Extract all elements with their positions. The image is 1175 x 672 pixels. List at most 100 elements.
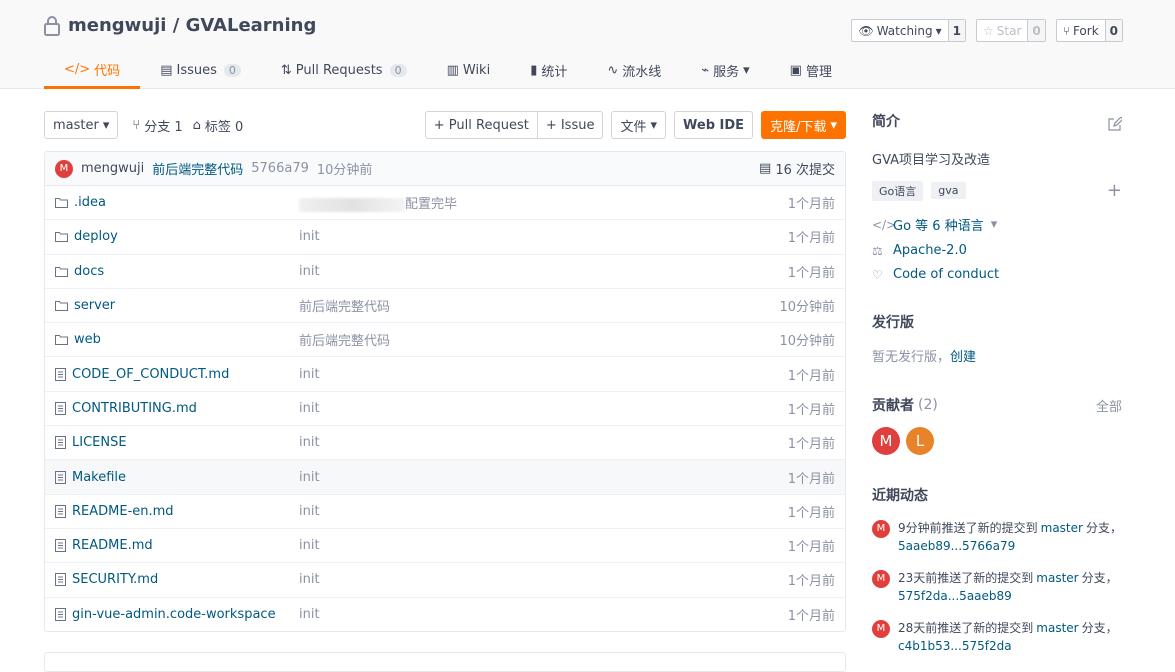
fork-button[interactable]: ⑂ Fork 0 bbox=[1055, 19, 1123, 42]
avatar[interactable]: M bbox=[872, 570, 890, 588]
table-row[interactable]: LICENSE init 1个月前 bbox=[45, 426, 845, 461]
table-row[interactable]: .idea 配置完毕 1个月前 bbox=[45, 186, 845, 221]
file-commit-link[interactable]: 前后端完整代码 bbox=[299, 334, 390, 349]
activity-compare-link[interactable]: c4b1b53...575f2da bbox=[898, 639, 1012, 653]
file-commit-link[interactable]: 前后端完整代码 bbox=[299, 300, 390, 315]
file-commit-link[interactable]: init bbox=[299, 401, 320, 416]
file-commit-link[interactable]: init bbox=[299, 367, 320, 382]
file-commit-link[interactable]: init bbox=[299, 607, 320, 622]
table-row[interactable]: docs init 1个月前 bbox=[45, 255, 845, 289]
watch-count[interactable]: 1 bbox=[948, 20, 965, 41]
folder-icon bbox=[55, 198, 68, 209]
file-name-link[interactable]: web bbox=[55, 332, 299, 347]
repo-name-link[interactable]: GVALearning bbox=[186, 15, 317, 36]
file-commit-link[interactable]: init bbox=[299, 504, 320, 519]
new-issue-button[interactable]: + Issue bbox=[537, 111, 604, 139]
tab-pull-requests[interactable]: ⇅ Pull Requests 0 bbox=[261, 52, 427, 89]
table-row[interactable]: README.md init 1个月前 bbox=[45, 529, 845, 564]
activity-text: 23天前推送了新的提交到 master 分支， 575f2da...5aaeb89 bbox=[898, 569, 1118, 605]
file-name-link[interactable]: Makefile bbox=[55, 470, 299, 485]
table-row[interactable]: Makefile init 1个月前 bbox=[45, 460, 845, 495]
license-label: Apache-2.0 bbox=[893, 243, 967, 258]
file-name-link[interactable]: gin-vue-admin.code-workspace bbox=[55, 607, 299, 622]
star-count[interactable]: 0 bbox=[1028, 20, 1045, 41]
edit-icon[interactable] bbox=[1108, 116, 1124, 135]
file-name: Makefile bbox=[72, 469, 127, 485]
caret-down-icon: ▾ bbox=[935, 23, 942, 38]
avatar[interactable]: M bbox=[872, 620, 890, 638]
tab-code[interactable]: </> 代码 bbox=[44, 52, 141, 89]
add-topic-icon[interactable]: + bbox=[1107, 180, 1122, 201]
table-row[interactable]: SECURITY.md init 1个月前 bbox=[45, 563, 845, 598]
release-title: 发行版 bbox=[872, 315, 914, 331]
file-name-link[interactable]: CONTRIBUTING.md bbox=[55, 401, 299, 416]
commit-author-link[interactable]: mengwuji bbox=[81, 161, 144, 176]
file-name: LICENSE bbox=[72, 435, 127, 451]
commit-message-link[interactable]: 前后端完整代码 bbox=[152, 159, 243, 178]
file-commit-link[interactable]: init bbox=[299, 264, 320, 279]
file-commit-link[interactable]: 配置完毕 bbox=[405, 197, 457, 212]
tab-manage[interactable]: ▣ 管理 bbox=[770, 52, 852, 89]
file-name-link[interactable]: SECURITY.md bbox=[55, 572, 299, 587]
tab-stats[interactable]: ▮ 统计 bbox=[510, 52, 587, 89]
clone-download-button[interactable]: 克隆/下载 ▾ bbox=[761, 111, 846, 139]
file-name-link[interactable]: docs bbox=[55, 264, 299, 279]
new-pull-request-button[interactable]: + Pull Request bbox=[424, 111, 538, 139]
pr-count-badge: 0 bbox=[389, 64, 407, 77]
all-contributors-link[interactable]: 全部 bbox=[1096, 396, 1122, 415]
tab-issues[interactable]: ▤ Issues 0 bbox=[140, 52, 261, 89]
file-name-link[interactable]: deploy bbox=[55, 229, 299, 244]
star-button[interactable]: ☆ Star 0 bbox=[976, 19, 1046, 42]
file-name-link[interactable]: README-en.md bbox=[55, 504, 299, 519]
repo-toolbar: master ▾ ⑂ 分支 1 ⌂ 标签 0 + Pull Request + Iss… bbox=[44, 111, 846, 139]
fork-count[interactable]: 0 bbox=[1105, 20, 1122, 41]
activity-branch-link[interactable]: master bbox=[1036, 571, 1078, 585]
commit-count-link[interactable]: ▤ 16 次提交 bbox=[759, 159, 835, 178]
tag-icon: ⌂ bbox=[192, 117, 201, 133]
branch-select[interactable]: master ▾ bbox=[44, 111, 119, 139]
activity-compare-link[interactable]: 575f2da...5aaeb89 bbox=[898, 589, 1012, 603]
file-name-link[interactable]: README.md bbox=[55, 538, 299, 553]
table-row[interactable]: README-en.md init 1个月前 bbox=[45, 495, 845, 529]
file-commit-link[interactable]: init bbox=[299, 538, 320, 553]
license-link[interactable]: ⚖ Apache-2.0 bbox=[872, 243, 1122, 258]
table-row[interactable]: deploy init 1个月前 bbox=[45, 220, 845, 255]
tab-services[interactable]: ⌁ 服务 ▾ bbox=[681, 52, 769, 89]
file-commit-link[interactable]: init bbox=[299, 470, 320, 485]
file-name-link[interactable]: server bbox=[55, 298, 299, 313]
avatar[interactable]: M bbox=[872, 520, 890, 538]
activity-branch-link[interactable]: master bbox=[1036, 621, 1078, 635]
tab-pipeline[interactable]: ∿ 流水线 bbox=[587, 52, 681, 89]
avatar[interactable]: M bbox=[872, 427, 900, 455]
create-release-link[interactable]: 创建 bbox=[950, 350, 976, 365]
file-name-link[interactable]: .idea bbox=[55, 195, 299, 210]
code-of-conduct-link[interactable]: ♡ Code of conduct bbox=[872, 267, 1122, 282]
web-ide-button[interactable]: Web IDE bbox=[674, 111, 754, 139]
file-name-link[interactable]: CODE_OF_CONDUCT.md bbox=[55, 367, 299, 382]
file-icon bbox=[55, 539, 66, 553]
topic-tag[interactable]: gva bbox=[931, 182, 966, 199]
table-row[interactable]: CONTRIBUTING.md init 1个月前 bbox=[45, 392, 845, 427]
avatar[interactable]: L bbox=[906, 427, 934, 455]
activity-branch-link[interactable]: master bbox=[1041, 521, 1083, 535]
topic-tag[interactable]: Go语言 bbox=[872, 180, 924, 201]
branches-link[interactable]: ⑂ 分支 1 bbox=[132, 116, 182, 135]
contributor-avatars: M L bbox=[872, 427, 1122, 455]
avatar[interactable]: M bbox=[55, 159, 73, 178]
table-row[interactable]: web 前后端完整代码 10分钟前 bbox=[45, 323, 845, 358]
file-name-link[interactable]: LICENSE bbox=[55, 435, 299, 450]
watch-button[interactable]: 👁 Watching ▾ 1 bbox=[851, 19, 966, 42]
languages-link[interactable]: </> Go 等 6 种语言 ▾ bbox=[872, 215, 1122, 234]
table-row[interactable]: CODE_OF_CONDUCT.md init 1个月前 bbox=[45, 357, 845, 392]
file-commit-link[interactable]: init bbox=[299, 229, 320, 244]
file-commit-link[interactable]: init bbox=[299, 435, 320, 450]
repo-owner-link[interactable]: mengwuji bbox=[68, 15, 166, 36]
table-row[interactable]: server 前后端完整代码 10分钟前 bbox=[45, 289, 845, 324]
commit-sha-link[interactable]: 5766a79 bbox=[251, 161, 309, 176]
activity-compare-link[interactable]: 5aaeb89...5766a79 bbox=[898, 539, 1015, 553]
file-commit-link[interactable]: init bbox=[299, 572, 320, 587]
tab-wiki[interactable]: ▥ Wiki bbox=[427, 52, 511, 89]
tags-link[interactable]: ⌂ 标签 0 bbox=[193, 116, 244, 135]
table-row[interactable]: gin-vue-admin.code-workspace init 1个月前 bbox=[45, 598, 845, 632]
file-menu-button[interactable]: 文件 ▾ bbox=[611, 111, 667, 139]
